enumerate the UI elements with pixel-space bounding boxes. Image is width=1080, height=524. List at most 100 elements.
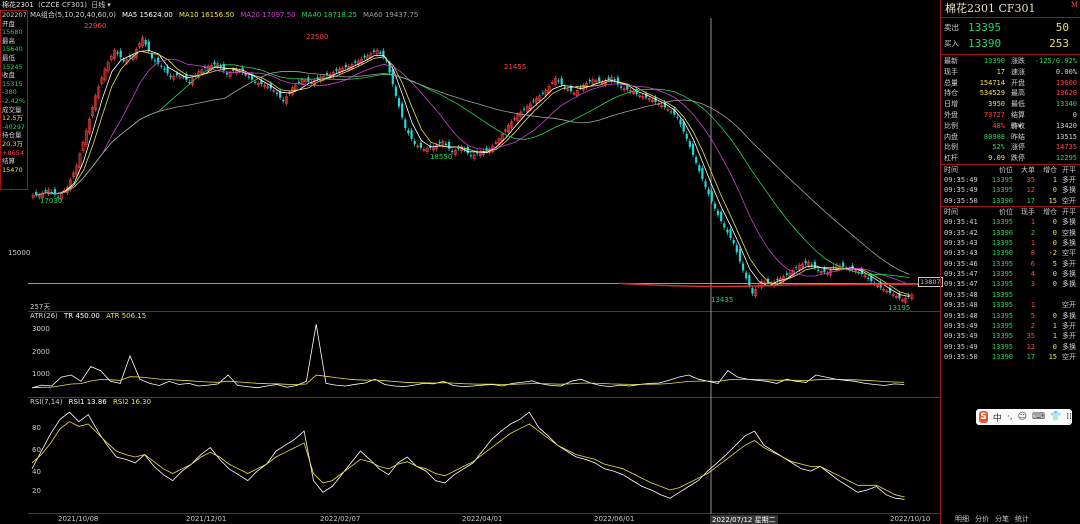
candle-body (795, 267, 798, 269)
tick-row[interactable]: 09:35:43 13390 8 -2 空平 (941, 248, 1080, 258)
ime-toolbar[interactable]: S 中 ·, ☺ ⌨ 👕 ⁞⁞ (976, 409, 1072, 425)
tick-row[interactable]: 09:35:49 13395 35 1 多开 (941, 175, 1080, 185)
tick-detail-list[interactable]: 09:35:41 13395 1 0 多换 09:35:42 13390 2 0 空换 09:35:… (941, 217, 1080, 362)
date-tick: 2022/02/07 (320, 515, 361, 523)
candle-body (394, 86, 398, 96)
panel-tab[interactable]: 分笔 (995, 514, 1009, 524)
bar-info-line: 结算 (2, 157, 15, 166)
sogou-logo-icon[interactable]: S (979, 411, 988, 423)
tick-action: 多换 (1062, 342, 1076, 351)
tick-action: 多换 (1062, 280, 1076, 289)
rsi-y-80: 80 (32, 424, 41, 432)
tick-row[interactable]: 09:35:48 13395 1 空开 (941, 300, 1080, 310)
tick-row[interactable]: 09:35:41 13395 1 0 多换 (941, 217, 1080, 227)
candle-body (842, 262, 845, 267)
candle-body (122, 59, 125, 61)
candle-body (219, 65, 222, 68)
tick-row[interactable]: 09:35:42 13390 2 0 空换 (941, 228, 1080, 238)
tick-action: 多开 (1062, 322, 1076, 331)
tick-row[interactable]: 09:35:46 13395 6 5 多开 (941, 259, 1080, 269)
bid-row[interactable]: 买入 13390 253 (941, 36, 1080, 52)
quote-key-2: 涨跌 (1011, 57, 1025, 65)
chinese-mode-icon[interactable]: 中 (993, 411, 1002, 424)
tick-volume: 35 (1026, 332, 1035, 341)
menu-grid-icon[interactable]: ⁞⁞ (1066, 412, 1072, 422)
quote-row: 比例 48% 昨收 13420 (941, 121, 1080, 132)
tick-row[interactable]: 09:35:49 13395 2 1 多开 (941, 321, 1080, 331)
emoji-icon[interactable]: ☺ (1018, 412, 1027, 422)
candle-body (560, 78, 563, 85)
bar-info-line: 15245 (2, 62, 23, 71)
atr-y-1000: 1000 (32, 370, 50, 378)
ask-row[interactable]: 卖出 13395 50 (941, 20, 1080, 36)
rsi-indicator-panel[interactable]: RSI(7,14) RSI1 13.86 RSI2 16.30 80 60 40… (28, 398, 940, 514)
tick-oi-change: 1 (1052, 175, 1057, 184)
candle-body (616, 77, 620, 85)
period-selector[interactable]: 日线 (91, 1, 105, 9)
tick-action: 多开 (1062, 332, 1076, 341)
tick-row[interactable]: 09:35:43 13395 1 0 多换 (941, 238, 1080, 248)
tick-row[interactable]: 09:35:47 13395 3 0 多换 (941, 279, 1080, 289)
candle-body (676, 116, 679, 118)
quote-row: 总量 154714 开盘 13600 (941, 78, 1080, 89)
punctuation-icon[interactable]: ·, (1007, 412, 1013, 422)
candle-body (344, 64, 347, 68)
candle-body (116, 52, 119, 54)
skin-icon[interactable]: 👕 (1050, 412, 1061, 422)
panel-tab[interactable]: 分价 (975, 514, 989, 524)
candle-body (438, 141, 441, 144)
tick-price: 13390 (991, 228, 1013, 237)
rsi-title: RSI(7,14) (30, 398, 63, 406)
rsi1-value: RSI1 13.86 (68, 398, 107, 406)
quote-key: 外盘 (944, 110, 958, 119)
candle-body (372, 50, 376, 52)
tick-row[interactable]: 09:35:48 13395 5 0 多换 (941, 311, 1080, 321)
panel-marker[interactable]: M (1071, 0, 1078, 14)
quote-value: 52% (992, 143, 1005, 152)
candle-body (776, 278, 779, 281)
panel-tab[interactable]: 明细 (955, 514, 969, 524)
quote-key-2: 速涨 (1011, 67, 1025, 76)
main-kline-chart[interactable]: 15000 22960 22500 21455 18550 17030 1343… (8, 18, 943, 312)
candle-body (701, 167, 704, 180)
tick-action: 空换 (1062, 228, 1076, 237)
tick-time: 09:35:50 (944, 196, 978, 205)
quote-row: 外盘 73727 结算价▾ 0 (941, 110, 1080, 130)
candle-body (613, 79, 616, 81)
candle-body (732, 240, 735, 244)
quote-value-2: 13600 (1055, 78, 1077, 87)
tick-row[interactable]: 09:35:49 13395 35 1 多开 (941, 331, 1080, 341)
candle-body (150, 53, 154, 59)
period-dropdown-icon[interactable]: ▾ (107, 1, 111, 9)
tr-line (31, 324, 905, 389)
tick-row[interactable]: 09:35:49 13395 12 0 多换 (941, 185, 1080, 195)
large-order-list[interactable]: 09:35:49 13395 35 1 多开 09:35:49 13395 12 0 多换 09:3… (941, 175, 1080, 208)
tick-row[interactable]: 09:35:50 13390 17 15 空开 (941, 196, 1080, 206)
candle-body (735, 245, 738, 253)
candle-body (670, 111, 673, 113)
quote-value-2: 12295 (1055, 154, 1077, 163)
candle-body (720, 211, 723, 222)
tick-time: 09:35:46 (944, 259, 978, 268)
tick-row[interactable]: 09:35:47 13395 4 0 多换 (941, 269, 1080, 279)
tick-price: 13390 (991, 196, 1013, 205)
bar-info-line: -380 (2, 88, 17, 97)
tick-action: 空开 (1062, 196, 1076, 205)
atr-indicator-panel[interactable]: ATR(26) TR 450.00 ATR 506.15 3000 2000 1… (28, 312, 940, 398)
bid-volume: 253 (1049, 37, 1069, 50)
tick-time: 09:35:47 (944, 280, 978, 289)
tick-volume: 1 (1030, 238, 1035, 247)
panel-tab[interactable]: 统计 (1015, 514, 1029, 524)
candle-body (723, 223, 726, 228)
tick-oi-change: 0 (1052, 342, 1057, 351)
bar-info-line: 最高 (2, 36, 15, 45)
bid-ask-box: 卖出 13395 50 买入 13390 253 (941, 18, 1080, 55)
keyboard-icon[interactable]: ⌨ (1032, 412, 1045, 422)
tick-oi-change: 0 (1052, 218, 1057, 227)
quote-value: 13390 (983, 57, 1005, 65)
tick-action: 多换 (1062, 270, 1076, 279)
tick-row[interactable]: 09:35:50 13390 17 15 空开 (941, 352, 1080, 362)
tick-row[interactable]: 09:35:48 13395 (941, 290, 1080, 300)
tick-row[interactable]: 09:35:49 13395 12 0 多换 (941, 342, 1080, 352)
quote-row: 杠杆 9.09 跌停 12295 (941, 153, 1080, 164)
